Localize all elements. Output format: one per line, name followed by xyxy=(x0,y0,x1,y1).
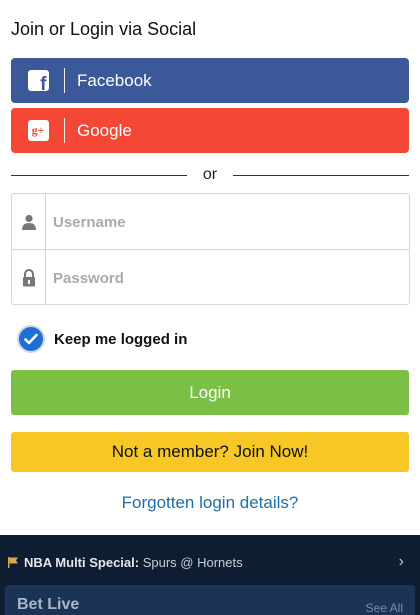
facebook-icon-box: f xyxy=(11,58,65,103)
forgotten-login-link[interactable]: Forgotten login details? xyxy=(0,493,420,513)
bet-live-section[interactable]: Bet Live See All xyxy=(5,585,415,615)
google-icon-box: g+ xyxy=(11,108,65,153)
join-now-button[interactable]: Not a member? Join Now! xyxy=(11,432,409,472)
promo-title: NBA Multi Special: xyxy=(24,554,140,570)
facebook-icon: f xyxy=(27,70,49,91)
username-input[interactable] xyxy=(51,206,395,238)
keep-logged-in-label: Keep me logged in xyxy=(54,330,188,348)
lock-icon xyxy=(12,250,46,305)
google-login-button[interactable]: g+ Google xyxy=(11,108,409,153)
promo-matchup: Spurs @ Hornets xyxy=(142,554,243,570)
keep-logged-in-toggle[interactable]: Keep me logged in xyxy=(17,325,187,353)
promo-text: NBA Multi Special: Spurs @ Hornets xyxy=(24,555,243,570)
see-all-link[interactable]: See All xyxy=(366,601,403,615)
or-text: or xyxy=(202,166,218,183)
social-login-heading: Join or Login via Social xyxy=(11,19,197,39)
username-row xyxy=(12,194,409,249)
chevron-right-icon: › xyxy=(398,553,404,570)
google-label: Google xyxy=(77,120,132,140)
password-row xyxy=(12,249,409,305)
bet-live-title: Bet Live xyxy=(17,596,80,613)
google-plus-icon: g+ xyxy=(27,120,49,141)
facebook-label: Facebook xyxy=(77,70,152,90)
login-fields xyxy=(11,193,410,305)
nba-multi-special-banner[interactable]: NBA Multi Special: Spurs @ Hornets › xyxy=(0,545,420,579)
user-icon xyxy=(12,194,46,249)
divider-line-right xyxy=(233,174,409,176)
or-divider: or xyxy=(11,165,409,185)
facebook-login-button[interactable]: f Facebook xyxy=(11,58,409,103)
password-input[interactable] xyxy=(51,262,395,294)
login-button[interactable]: Login xyxy=(11,370,409,415)
divider-line-left xyxy=(11,174,187,176)
flag-icon xyxy=(8,557,18,568)
login-card: Join or Login via Social f Facebook g+ G… xyxy=(0,0,420,535)
checkmark-icon[interactable] xyxy=(17,325,45,353)
